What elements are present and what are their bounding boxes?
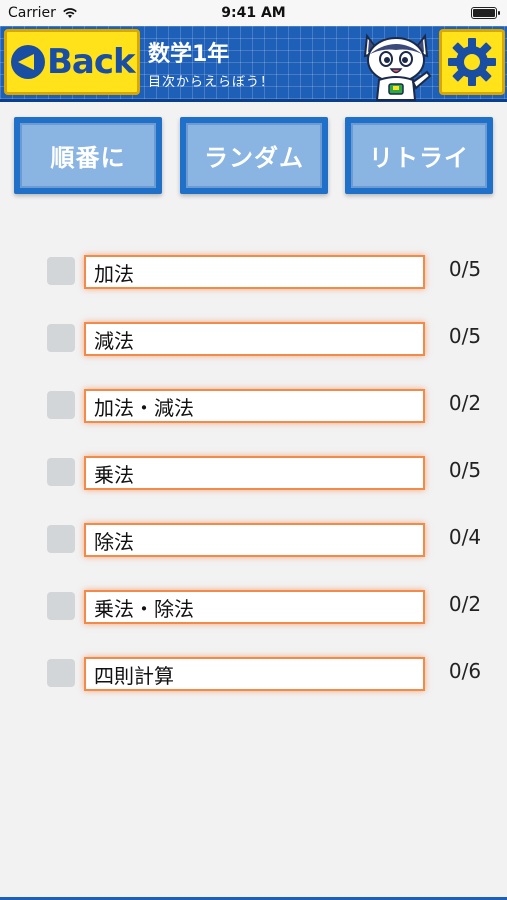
gear-icon — [448, 38, 496, 86]
app-header: Back 数学1年 目次からえらぼう！ — [0, 26, 507, 102]
topic-score: 0/5 — [448, 257, 482, 281]
topic-checkbox[interactable] — [47, 257, 75, 285]
list-item: 加法 0/5 — [0, 253, 507, 293]
topic-name[interactable]: 加法 — [84, 255, 425, 289]
topic-name[interactable]: 除法 — [84, 523, 425, 557]
random-mode-button[interactable]: ランダム — [180, 117, 328, 194]
list-item: 加法・減法 0/2 — [0, 387, 507, 427]
title-block: 数学1年 目次からえらぼう！ — [148, 36, 274, 90]
list-item: 乗法・除法 0/2 — [0, 588, 507, 628]
retry-mode-button[interactable]: リトライ — [345, 117, 493, 194]
topic-score: 0/4 — [448, 525, 482, 549]
back-button-label: Back — [47, 42, 136, 82]
page-subtitle: 目次からえらぼう！ — [148, 75, 275, 90]
topic-name[interactable]: 乗法・除法 — [84, 590, 425, 624]
mascot-icon — [363, 33, 432, 101]
topic-checkbox[interactable] — [47, 458, 75, 486]
topic-name[interactable]: 減法 — [84, 322, 425, 356]
topic-score: 0/2 — [448, 391, 482, 415]
topic-name[interactable]: 乗法 — [84, 456, 425, 490]
back-button[interactable]: Back — [4, 29, 140, 95]
list-item: 除法 0/4 — [0, 521, 507, 561]
back-arrow-icon — [11, 45, 45, 79]
topic-name[interactable]: 四則計算 — [84, 657, 425, 691]
topic-score: 0/6 — [448, 659, 482, 683]
battery-icon — [471, 7, 500, 19]
topic-checkbox[interactable] — [47, 391, 75, 419]
list-item: 四則計算 0/6 — [0, 655, 507, 695]
topic-name[interactable]: 加法・減法 — [84, 389, 425, 423]
random-mode-label: ランダム — [186, 123, 322, 188]
list-item: 乗法 0/5 — [0, 454, 507, 494]
list-item: 減法 0/5 — [0, 320, 507, 360]
topic-checkbox[interactable] — [47, 659, 75, 687]
order-mode-button[interactable]: 順番に — [14, 117, 162, 194]
order-mode-label: 順番に — [20, 123, 156, 188]
retry-mode-label: リトライ — [351, 123, 487, 188]
topic-checkbox[interactable] — [47, 324, 75, 352]
status-bar: Carrier 9:41 AM — [0, 0, 507, 26]
topic-score: 0/5 — [448, 324, 482, 348]
topic-score: 0/2 — [448, 592, 482, 616]
settings-button[interactable] — [439, 29, 505, 95]
topic-checkbox[interactable] — [47, 525, 75, 553]
page-title: 数学1年 — [148, 42, 230, 67]
status-time: 9:41 AM — [221, 5, 286, 21]
topic-score: 0/5 — [448, 458, 482, 482]
topic-checkbox[interactable] — [47, 592, 75, 620]
